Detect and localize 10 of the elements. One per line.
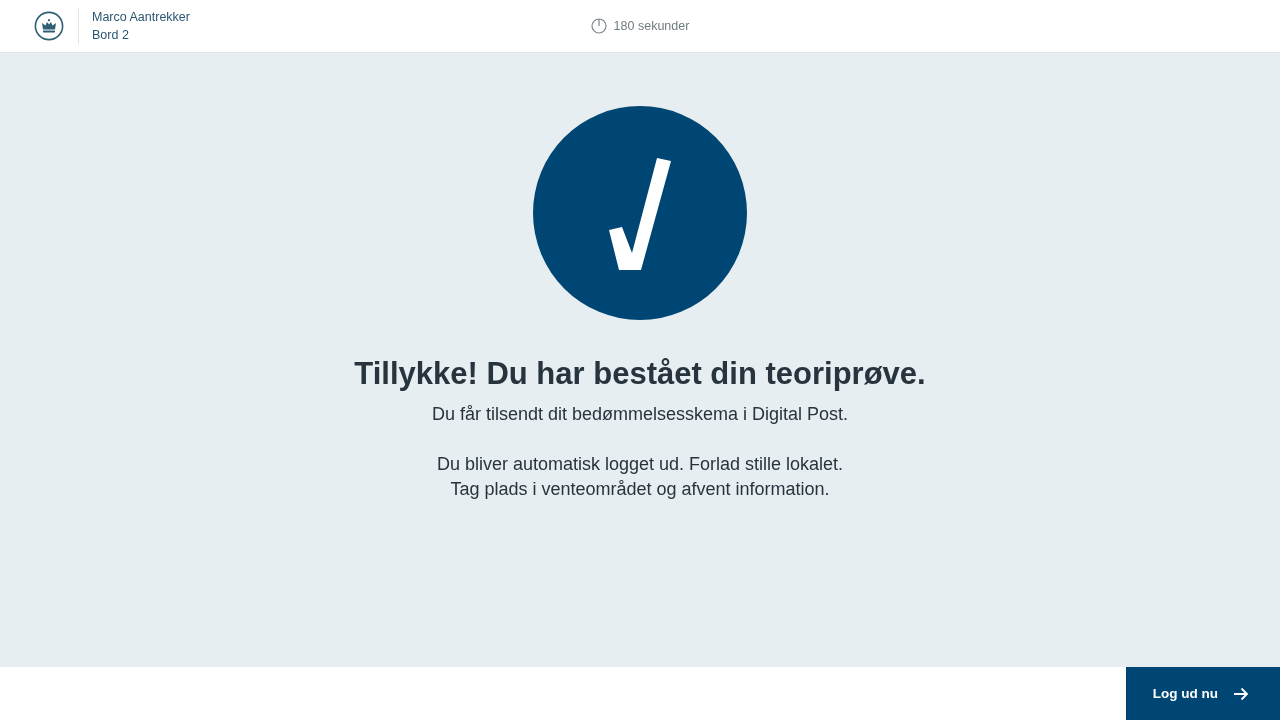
info-text: Du får tilsendt dit bedømmelsesskema i Digital Post. [431, 403, 849, 426]
arrow-right-icon [1233, 686, 1249, 701]
result-heading: Tillykke! Du har bestået din teoriprøve. [354, 355, 926, 393]
station-label: Bord 2 [92, 27, 130, 44]
timer-text: 180 sekunder [613, 19, 690, 33]
timer-icon [590, 18, 607, 34]
logout-button[interactable]: Log ud nu [1125, 667, 1280, 720]
user-name: Marco Aantrekker [92, 9, 190, 26]
info-text: Du bliver automatisk logget ud. Forlad stille lokalet. Tag plads i venteområdet og afvent information. [436, 453, 844, 501]
crown-logo-icon [34, 11, 64, 41]
